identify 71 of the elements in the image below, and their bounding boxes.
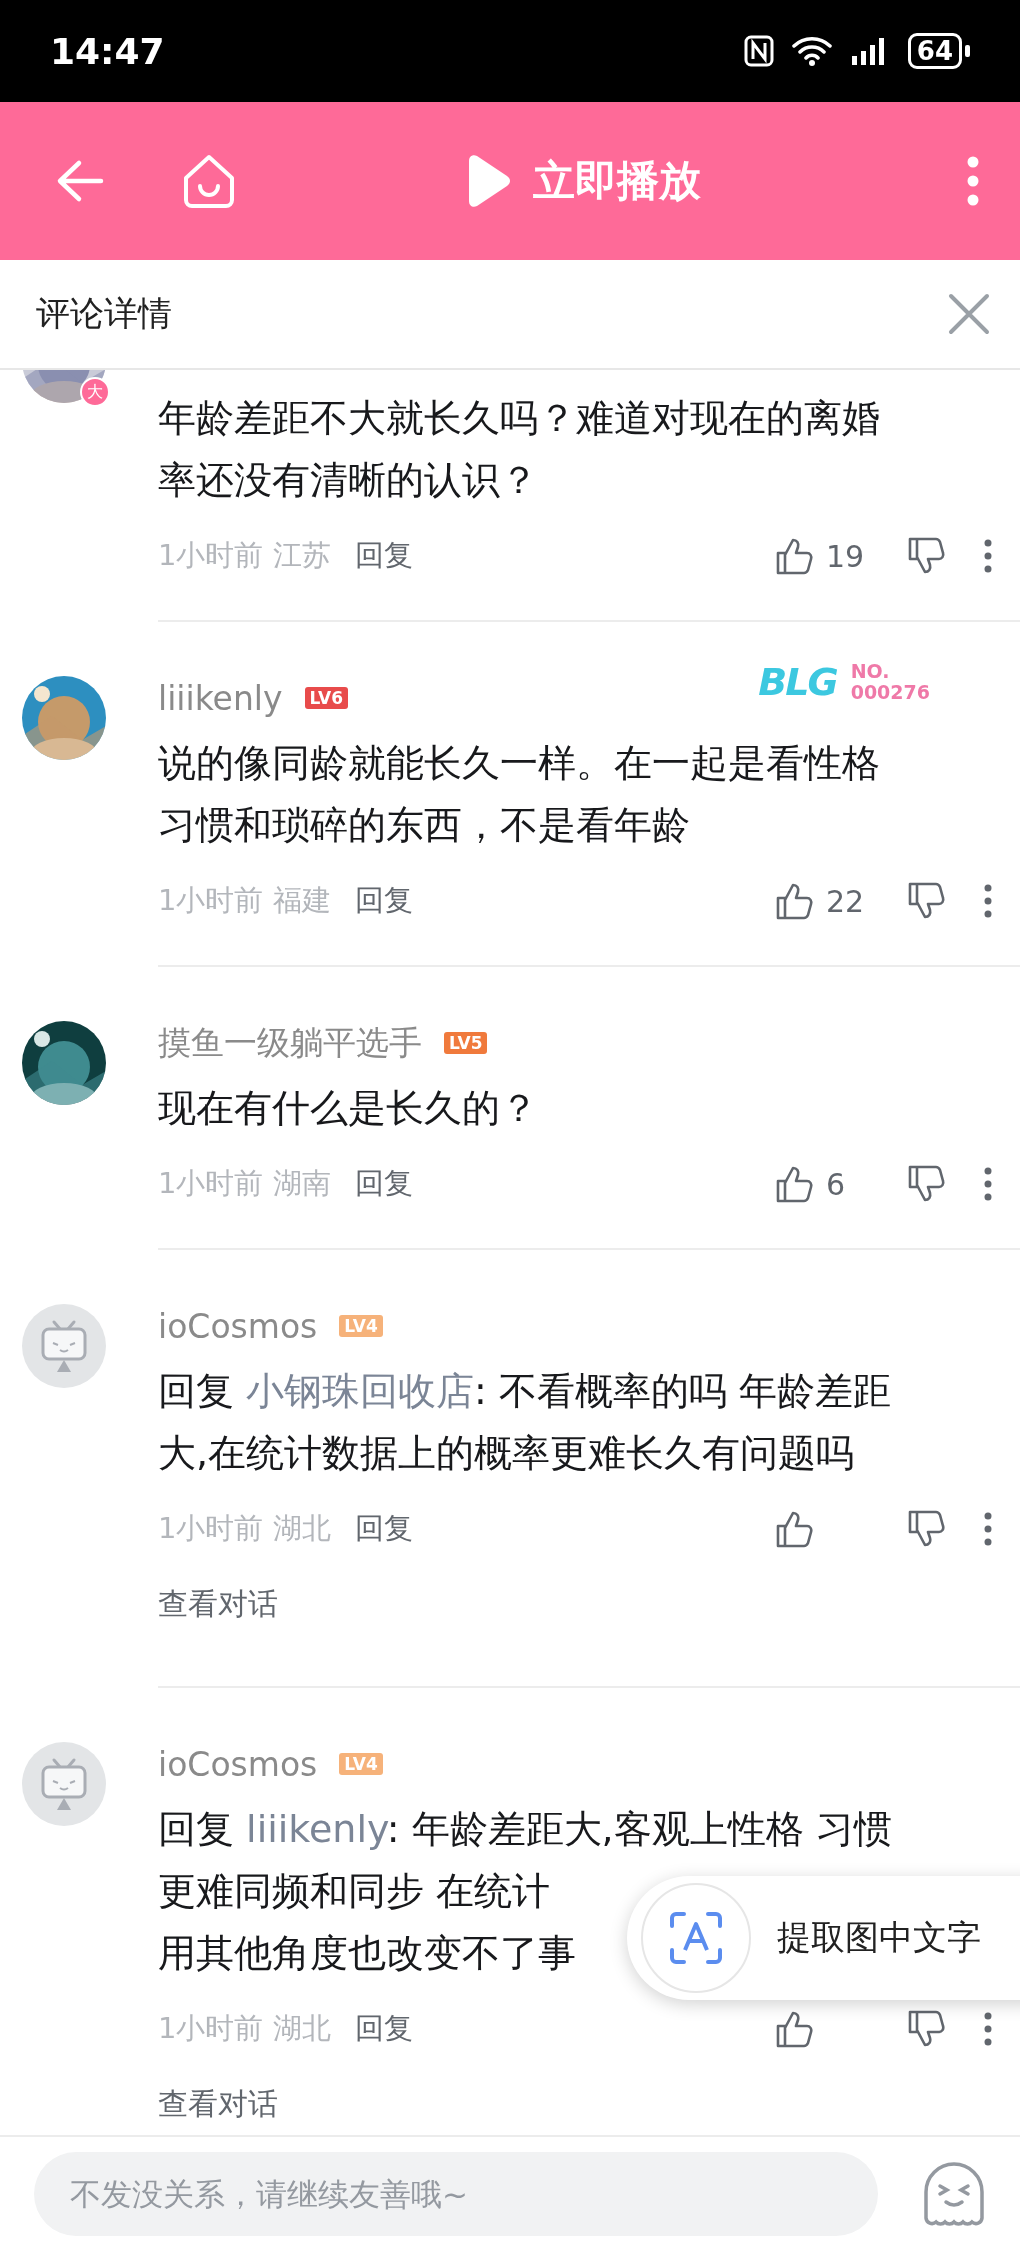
reply-button[interactable]: 回复: [354, 1509, 413, 1549]
level-badge: LV4: [339, 1315, 383, 1337]
more-icon[interactable]: [984, 539, 992, 573]
thumbs-up-icon[interactable]: [774, 881, 814, 921]
text-scan-icon[interactable]: [668, 1910, 724, 1966]
comment-text: 用其他角度也改变不了事: [158, 1930, 576, 1977]
like-count: 19: [826, 538, 865, 574]
time-location: 1小时前 湖北: [158, 1510, 331, 1547]
text-extract-popup[interactable]: 提取图中文字: [627, 1876, 1020, 2000]
tv-icon: [39, 1318, 89, 1374]
username[interactable]: ioCosmos: [158, 1306, 318, 1346]
comment-input[interactable]: 不发没关系，请继续友善哦~: [34, 2151, 878, 2236]
time-location: 1小时前 江苏: [158, 537, 331, 574]
panel-title: 评论详情: [36, 292, 172, 335]
nfc-icon: [743, 35, 774, 67]
reply-prefix: 回复: [158, 1807, 235, 1851]
thumbs-down-icon[interactable]: [906, 2009, 946, 2049]
like-count: 22: [826, 883, 865, 919]
battery-indicator: 64: [907, 33, 962, 69]
reply-button[interactable]: 回复: [354, 1164, 413, 1204]
back-icon[interactable]: [55, 159, 105, 203]
thumbs-up-icon[interactable]: [774, 2009, 814, 2049]
comment-text: : 不看概率的吗 年龄差距: [474, 1369, 892, 1413]
battery-tip-icon: [965, 45, 970, 57]
comment-text: 率还没有清晰的认识？: [158, 457, 538, 504]
thumbs-up-icon[interactable]: [774, 536, 814, 576]
status-time: 14:47: [50, 30, 165, 72]
username[interactable]: 摸鱼一级躺平选手: [158, 1020, 422, 1066]
thumbs-up-icon[interactable]: [774, 1164, 814, 1204]
popup-label: 提取图中文字: [777, 1916, 981, 1959]
reply-button[interactable]: 回复: [354, 881, 413, 921]
fan-badge-logo: BLG: [758, 660, 837, 704]
comment-text: 年龄差距不大就长久吗？难道对现在的离婚: [158, 395, 880, 442]
like-count: 6: [826, 1166, 846, 1202]
reply-prefix: 回复: [158, 1369, 235, 1413]
fan-badge-label: NO.: [850, 661, 891, 682]
level-badge: LV6: [304, 687, 348, 709]
comment-text: 大,在统计数据上的概率更难长久有问题吗: [158, 1430, 855, 1477]
comment-text: 现在有什么是长久的？: [158, 1085, 538, 1132]
view-conversation-link[interactable]: 查看对话: [158, 2079, 1020, 2129]
comment-text: 习惯和琐碎的东西，不是看年龄: [158, 802, 690, 849]
reply-button[interactable]: 回复: [354, 536, 413, 576]
comment-text: 更难同频和同步 在统计: [158, 1868, 551, 1915]
view-conversation-link[interactable]: 查看对话: [158, 1579, 1020, 1629]
time-location: 1小时前 福建: [158, 882, 331, 919]
more-icon[interactable]: [984, 2012, 992, 2046]
avatar-badge: 大: [80, 377, 110, 407]
thumbs-down-icon[interactable]: [906, 881, 946, 921]
level-badge: LV4: [339, 1753, 383, 1775]
close-icon[interactable]: [948, 293, 990, 335]
more-icon[interactable]: [984, 884, 992, 918]
username[interactable]: ioCosmos: [158, 1744, 318, 1784]
time-location: 1小时前 湖北: [158, 2010, 331, 2047]
fan-badge-number: 000276: [850, 682, 930, 703]
more-icon[interactable]: [984, 1167, 992, 1201]
thumbs-down-icon[interactable]: [906, 1509, 946, 1549]
level-badge: LV5: [444, 1032, 488, 1054]
thumbs-up-icon[interactable]: [774, 1509, 814, 1549]
reply-button[interactable]: 回复: [354, 2009, 413, 2049]
mentioned-user-link[interactable]: liiikenly: [246, 1807, 387, 1851]
comment-text: 说的像同龄就能长久一样。在一起是看性格: [158, 740, 880, 787]
tv-icon: [39, 1756, 89, 1812]
time-location: 1小时前 湖南: [158, 1165, 331, 1202]
wifi-icon: [791, 36, 832, 66]
thumbs-down-icon[interactable]: [906, 1164, 946, 1204]
thumbs-down-icon[interactable]: [906, 536, 946, 576]
more-icon[interactable]: [984, 1512, 992, 1546]
mentioned-user-link[interactable]: 小钢珠回收店: [246, 1369, 475, 1413]
more-icon[interactable]: [966, 155, 980, 207]
comment-text: : 年龄差距大,客观上性格 习惯: [386, 1807, 892, 1851]
username[interactable]: liiikenly: [158, 678, 283, 718]
